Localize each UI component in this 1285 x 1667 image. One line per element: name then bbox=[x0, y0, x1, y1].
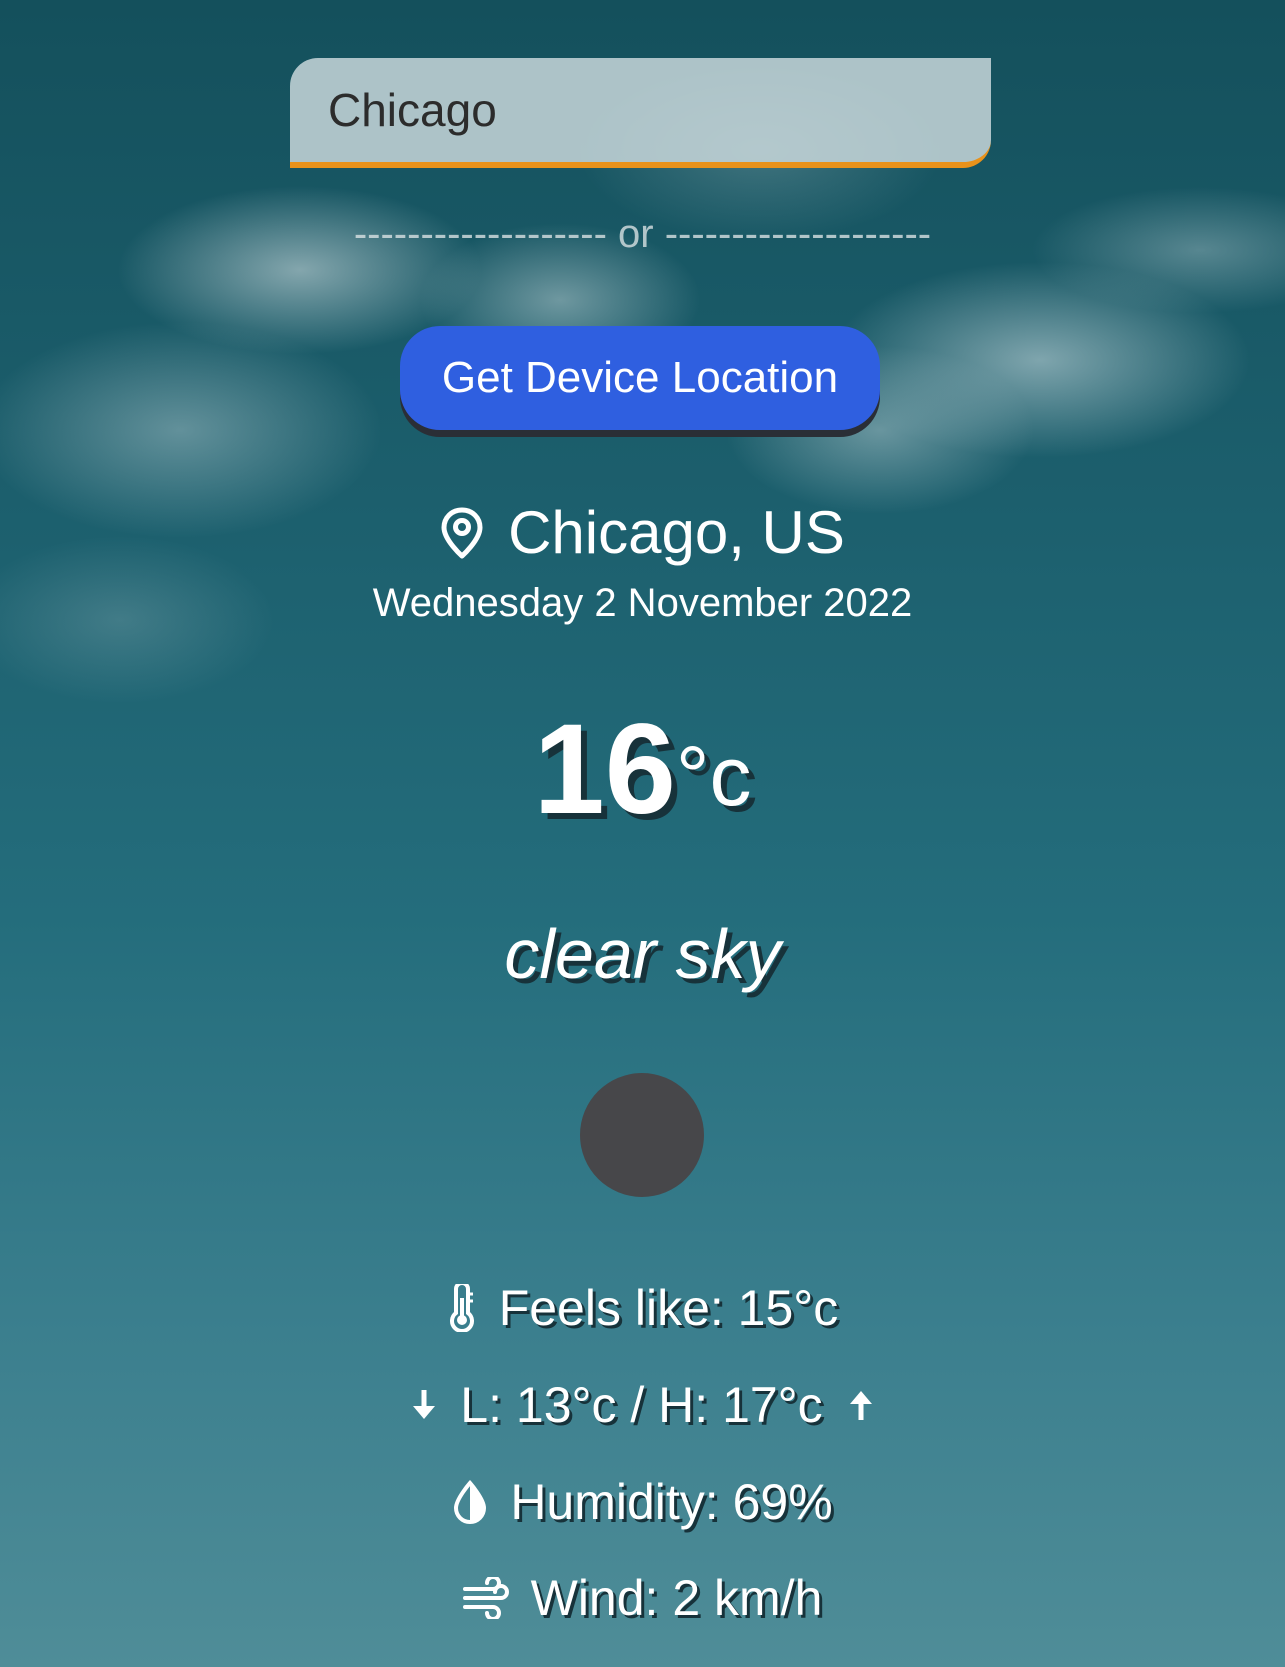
current-date: Wednesday 2 November 2022 bbox=[372, 581, 913, 625]
get-device-location-button[interactable]: Get Device Location bbox=[400, 326, 880, 430]
wind-icon bbox=[462, 1577, 509, 1619]
weather-description: clear sky bbox=[504, 915, 781, 993]
temperature-value: 16 bbox=[533, 698, 676, 841]
humidity-text: Humidity: 69% bbox=[510, 1474, 833, 1530]
arrow-up-icon bbox=[849, 1391, 872, 1420]
wind-row: Wind: 2 km/h bbox=[0, 1568, 1285, 1628]
humidity-row: Humidity: 69% bbox=[0, 1472, 1285, 1532]
low-high-row: L: 13°c / H: 17°c bbox=[0, 1375, 1285, 1435]
low-high-text: L: 13°c / H: 17°c bbox=[460, 1377, 823, 1433]
arrow-down-icon bbox=[413, 1390, 436, 1419]
thermometer-icon bbox=[449, 1284, 474, 1332]
location-heading: Chicago, US bbox=[0, 498, 1285, 568]
city-search-input[interactable] bbox=[328, 58, 948, 162]
or-divider: ------------------- or -----------------… bbox=[353, 212, 932, 256]
temperature-display: 16 °c bbox=[0, 700, 1285, 840]
wind-text: Wind: 2 km/h bbox=[530, 1570, 823, 1626]
search-box[interactable] bbox=[290, 58, 991, 168]
feels-like-row: Feels like: 15°c bbox=[0, 1278, 1285, 1338]
droplet-icon bbox=[454, 1480, 487, 1524]
weather-condition-icon bbox=[580, 1073, 704, 1197]
map-pin-icon bbox=[441, 507, 483, 559]
feels-like-text: Feels like: 15°c bbox=[498, 1280, 839, 1336]
city-name: Chicago, US bbox=[508, 499, 845, 566]
temperature-unit: °c bbox=[675, 729, 752, 823]
